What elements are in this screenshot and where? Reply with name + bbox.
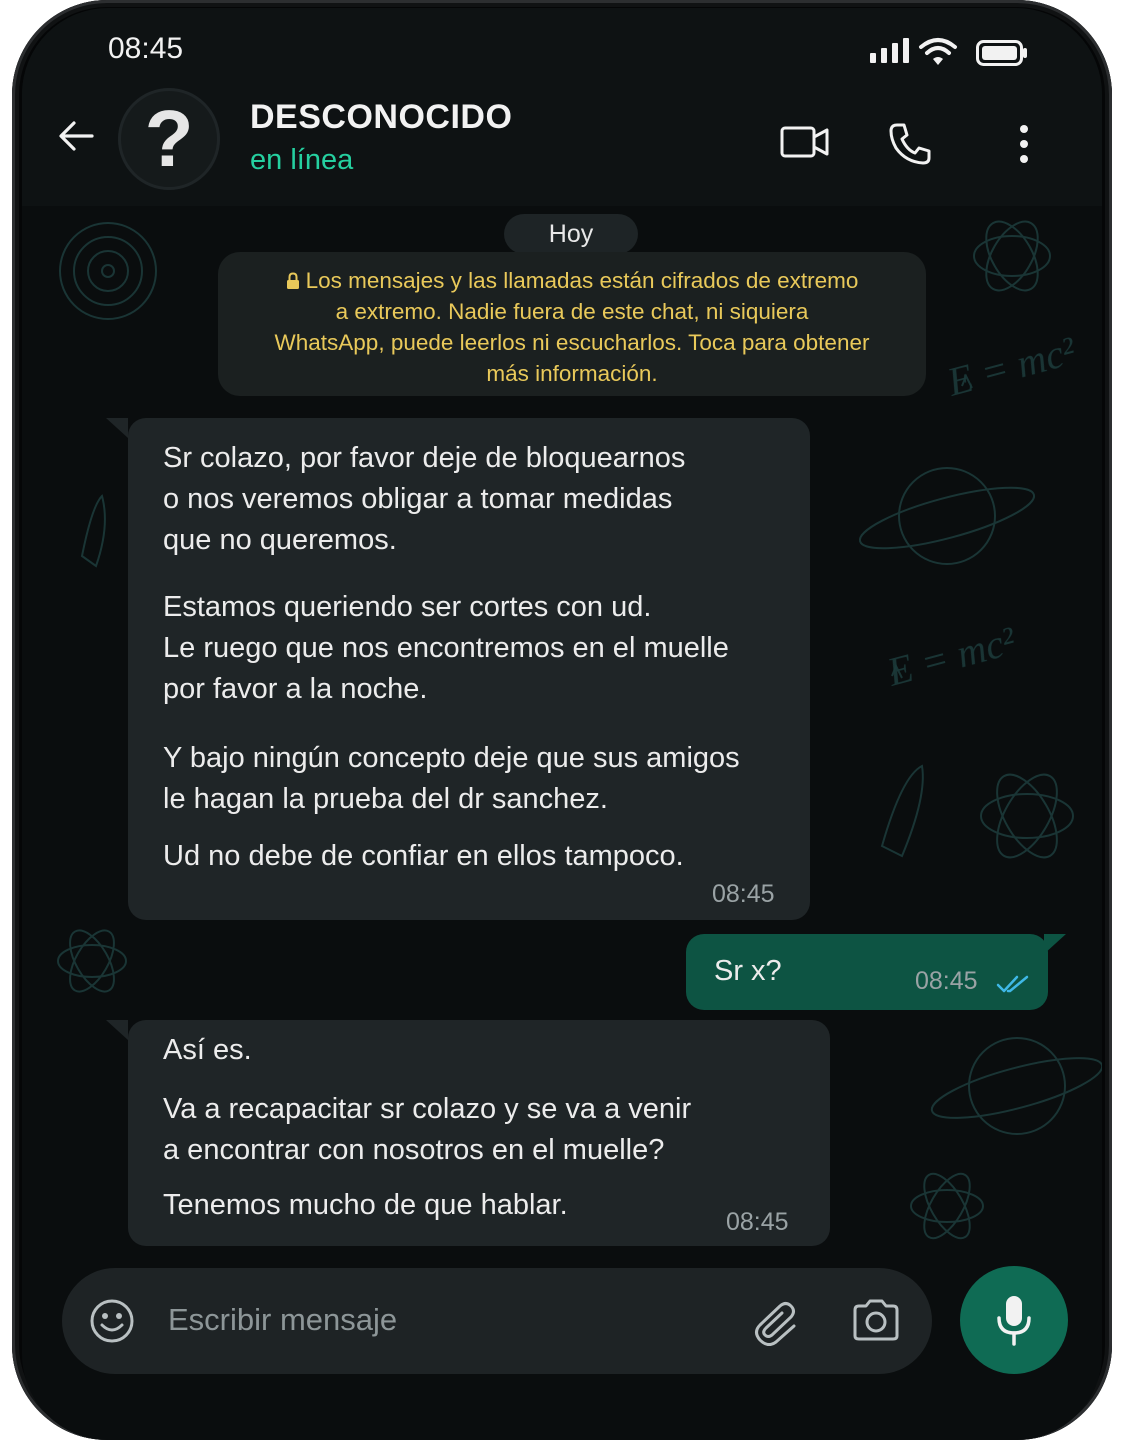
message-time: 08:45 <box>712 880 775 908</box>
bubble-tail <box>106 1020 128 1040</box>
double-check-icon <box>996 975 1029 993</box>
wifi-icon <box>919 38 957 65</box>
outgoing-message[interactable]: Sr x? 08:45 <box>686 934 1048 1010</box>
more-vert-icon[interactable] <box>1018 124 1030 164</box>
notice-line: WhatsApp, puede leerlos ni escucharlos. … <box>274 330 870 355</box>
svg-text:E = mc²: E = mc² <box>942 327 1081 405</box>
message-line: Va a recapacitar sr colazo y se va a ven… <box>163 1093 692 1125</box>
message-line: le hagan la prueba del dr sanchez. <box>163 783 608 815</box>
message-line: Y bajo ningún concepto deje que sus amig… <box>163 742 740 774</box>
lock-icon <box>286 272 299 289</box>
chat-header: ? DESCONOCIDO en línea <box>22 88 1102 206</box>
bubble-tail <box>106 418 128 438</box>
mic-icon <box>997 1296 1031 1346</box>
camera-icon[interactable] <box>851 1298 901 1342</box>
message-input[interactable]: Escribir mensaje <box>168 1302 397 1338</box>
bubble-tail <box>1044 934 1066 954</box>
screen: 08:45 ? DESCONOCIDO en línea E = mc² E =… <box>22 8 1102 1440</box>
emoji-icon[interactable] <box>89 1298 135 1344</box>
contact-status: en línea <box>250 144 354 176</box>
avatar[interactable]: ? <box>118 88 220 190</box>
message-composer: Escribir mensaje <box>62 1268 932 1374</box>
message-line: Sr x? <box>714 955 782 987</box>
message-time: 08:45 <box>726 1208 789 1236</box>
notice-line: Los mensajes y las llamadas están cifrad… <box>218 265 926 296</box>
message-line: a encontrar con nosotros en el muelle? <box>163 1134 665 1166</box>
message-line: o nos veremos obligar a tomar medidas <box>163 483 673 515</box>
battery-icon <box>976 40 1027 66</box>
message-line: Le ruego que nos encontremos en el muell… <box>163 632 729 664</box>
incoming-message[interactable]: Sr colazo, por favor deje de bloquearnos… <box>128 418 810 920</box>
status-time: 08:45 <box>108 32 184 65</box>
message-line: Ud no debe de confiar en ellos tampoco. <box>163 840 684 872</box>
message-line: Estamos queriendo ser cortes con ud. <box>163 591 652 623</box>
message-line: Tenemos mucho de que hablar. <box>163 1189 568 1221</box>
back-arrow-icon[interactable] <box>58 120 94 152</box>
signal-icon <box>870 38 909 63</box>
video-call-icon[interactable] <box>780 122 830 162</box>
notice-line: a extremo. Nadie fuera de este chat, ni … <box>335 299 809 324</box>
message-line: Sr colazo, por favor deje de bloquearnos <box>163 442 686 474</box>
message-line: por favor a la noche. <box>163 673 428 705</box>
date-pill: Hoy <box>504 214 638 254</box>
message-line: Así es. <box>163 1034 252 1066</box>
notice-line: más información. <box>486 361 658 386</box>
phone-frame: 08:45 ? DESCONOCIDO en línea E = mc² E =… <box>12 0 1112 1440</box>
contact-name[interactable]: DESCONOCIDO <box>250 98 512 137</box>
svg-text:E = mc²: E = mc² <box>882 617 1021 695</box>
message-line: que no queremos. <box>163 524 397 556</box>
phone-icon[interactable] <box>888 122 932 166</box>
status-bar: 08:45 <box>22 8 1102 93</box>
encryption-notice[interactable]: Los mensajes y las llamadas están cifrad… <box>218 252 926 396</box>
incoming-message[interactable]: Así es. Va a recapacitar sr colazo y se … <box>128 1020 830 1246</box>
message-time: 08:45 <box>915 967 978 995</box>
mic-button[interactable] <box>960 1266 1068 1374</box>
attach-icon[interactable] <box>750 1298 800 1346</box>
